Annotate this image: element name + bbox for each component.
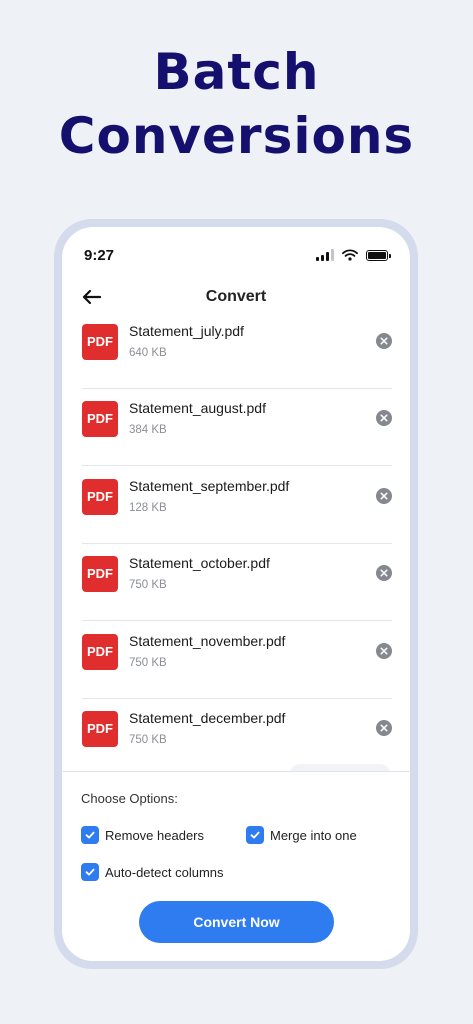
file-size: 750 KB — [129, 579, 167, 591]
file-name: Statement_july.pdf — [129, 323, 244, 339]
file-item[interactable]: PDF Statement_july.pdf 640 KB — [82, 312, 392, 389]
phone-frame: 9:27 Convert PDF Statement_july.pdf 640 … — [54, 219, 418, 969]
battery-icon — [366, 249, 391, 261]
headline: Batch Conversions — [0, 40, 473, 168]
wifi-icon — [342, 249, 358, 261]
file-name: Statement_october.pdf — [129, 555, 270, 571]
headline-line-2: Conversions — [58, 107, 415, 165]
pdf-file-icon: PDF — [82, 479, 118, 515]
nav-bar: Convert — [62, 279, 410, 315]
checkbox[interactable] — [81, 863, 99, 881]
status-time: 9:27 — [84, 247, 115, 264]
option-label: Remove headers — [105, 827, 204, 843]
options-panel: Choose Options: Remove headers Merge int… — [62, 771, 410, 961]
file-size: 384 KB — [129, 424, 167, 436]
status-icons — [316, 249, 391, 261]
pdf-file-icon: PDF — [82, 324, 118, 360]
file-name: Statement_august.pdf — [129, 400, 266, 416]
pdf-file-icon: PDF — [82, 401, 118, 437]
remove-file-button[interactable] — [376, 488, 392, 504]
remove-file-button[interactable] — [376, 720, 392, 736]
page-title: Convert — [205, 288, 267, 305]
checkmark-icon — [85, 868, 95, 876]
option-auto-detect-columns[interactable]: Auto-detect columns — [81, 863, 224, 881]
file-item[interactable]: PDF Statement_november.pdf 750 KB — [82, 622, 392, 699]
options-title: Choose Options: — [81, 791, 178, 806]
headline-line-1: Batch — [153, 43, 320, 101]
close-icon — [380, 492, 388, 500]
close-icon — [380, 724, 388, 732]
close-icon — [380, 569, 388, 577]
file-name: Statement_december.pdf — [129, 710, 286, 726]
file-item[interactable]: PDF Statement_september.pdf 128 KB — [82, 467, 392, 544]
cellular-signal-icon — [316, 249, 334, 261]
checkbox[interactable] — [246, 826, 264, 844]
file-size: 750 KB — [129, 657, 167, 669]
file-size: 640 KB — [129, 347, 167, 359]
file-name: Statement_november.pdf — [129, 633, 286, 649]
phone-screen: 9:27 Convert PDF Statement_july.pdf 640 … — [62, 227, 410, 961]
file-item[interactable]: PDF Statement_august.pdf 384 KB — [82, 389, 392, 466]
pdf-file-icon: PDF — [82, 711, 118, 747]
divider — [82, 620, 392, 621]
close-icon — [380, 414, 388, 422]
checkbox[interactable] — [81, 826, 99, 844]
file-list: PDF Statement_july.pdf 640 KB PDF Statem… — [62, 312, 410, 767]
divider — [82, 465, 392, 466]
status-bar: 9:27 — [62, 227, 410, 277]
remove-file-button[interactable] — [376, 565, 392, 581]
file-name: Statement_september.pdf — [129, 478, 290, 494]
close-icon — [380, 647, 388, 655]
file-item[interactable]: PDF Statement_december.pdf 750 KB — [82, 699, 392, 767]
option-label: Auto-detect columns — [105, 864, 224, 880]
convert-now-button[interactable]: Convert Now — [139, 901, 334, 943]
remove-file-button[interactable] — [376, 333, 392, 349]
file-size: 128 KB — [129, 502, 167, 514]
remove-file-button[interactable] — [376, 643, 392, 659]
option-remove-headers[interactable]: Remove headers — [81, 826, 204, 844]
remove-file-button[interactable] — [376, 410, 392, 426]
checkmark-icon — [250, 831, 260, 839]
pdf-file-icon: PDF — [82, 634, 118, 670]
close-icon — [380, 337, 388, 345]
file-item[interactable]: PDF Statement_october.pdf 750 KB — [82, 544, 392, 621]
file-size: 750 KB — [129, 734, 167, 746]
pdf-file-icon: PDF — [82, 556, 118, 592]
option-merge-into-one[interactable]: Merge into one — [246, 826, 357, 844]
checkmark-icon — [85, 831, 95, 839]
option-label: Merge into one — [270, 827, 357, 843]
